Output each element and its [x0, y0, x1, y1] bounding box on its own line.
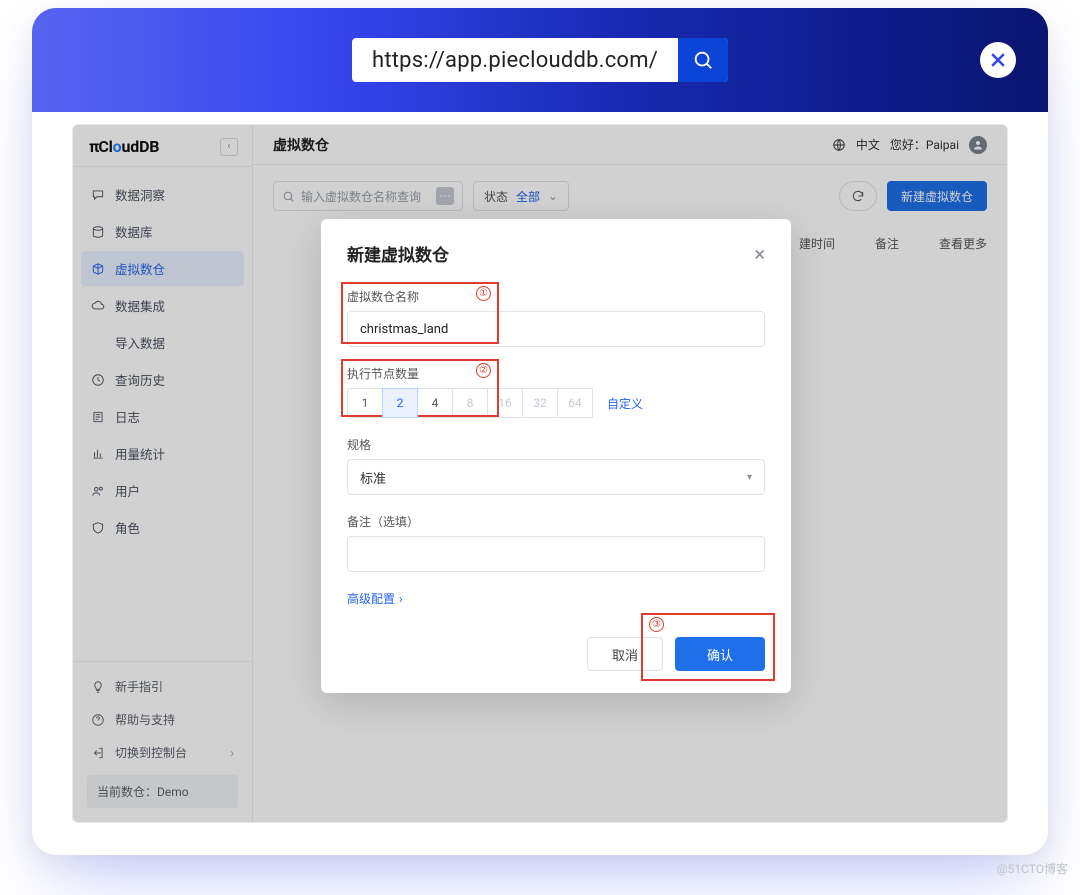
caret-down-icon: ▾: [747, 472, 752, 483]
node-option-32: 32: [522, 388, 558, 418]
node-option-8: 8: [452, 388, 488, 418]
remark-label: 备注（选填）: [347, 513, 765, 530]
url-text: https://app.pieclouddb.com/: [352, 48, 678, 73]
remark-input[interactable]: [347, 536, 765, 572]
confirm-button[interactable]: 确认: [675, 637, 765, 671]
field-spec: 规格 标准 ▾: [347, 436, 765, 495]
advanced-link[interactable]: 高级配置 ›: [347, 590, 765, 607]
field-name: ① 虚拟数仓名称: [347, 288, 765, 347]
modal-title: 新建虚拟数仓: [347, 241, 449, 266]
name-input[interactable]: [347, 311, 765, 347]
node-option-4[interactable]: 4: [417, 388, 453, 418]
name-label: 虚拟数仓名称: [347, 288, 765, 305]
close-button[interactable]: [980, 42, 1016, 78]
search-icon[interactable]: [678, 38, 728, 82]
spec-select[interactable]: 标准 ▾: [347, 459, 765, 495]
node-option-16: 16: [487, 388, 523, 418]
node-option-1[interactable]: 1: [347, 388, 383, 418]
modal-actions: ③ 取消 确认: [347, 637, 765, 671]
url-field[interactable]: https://app.pieclouddb.com/: [352, 38, 728, 82]
node-option-64: 64: [557, 388, 593, 418]
app-shell: πCloudDB ‹ 数据洞察 数据库 虚拟数仓 数据集成 导入数据 查询历史 …: [72, 124, 1008, 823]
node-option-2[interactable]: 2: [382, 388, 418, 418]
watermark: @51CTO博客: [997, 860, 1068, 877]
node-options: 1248163264 自定义: [347, 388, 765, 418]
field-nodes: ② 执行节点数量 1248163264自定义: [347, 365, 765, 418]
url-bar: https://app.pieclouddb.com/: [32, 8, 1048, 112]
spec-label: 规格: [347, 436, 765, 453]
field-remark: 备注（选填）: [347, 513, 765, 572]
cancel-button[interactable]: 取消: [587, 637, 663, 671]
custom-nodes-link[interactable]: 自定义: [607, 395, 643, 412]
nodes-label: 执行节点数量: [347, 365, 765, 382]
chevron-right-icon: ›: [399, 592, 403, 606]
create-vdw-modal: 新建虚拟数仓 × ① 虚拟数仓名称 ② 执行节点数量 1248163264自定义…: [321, 219, 791, 693]
close-icon[interactable]: ×: [754, 244, 765, 264]
